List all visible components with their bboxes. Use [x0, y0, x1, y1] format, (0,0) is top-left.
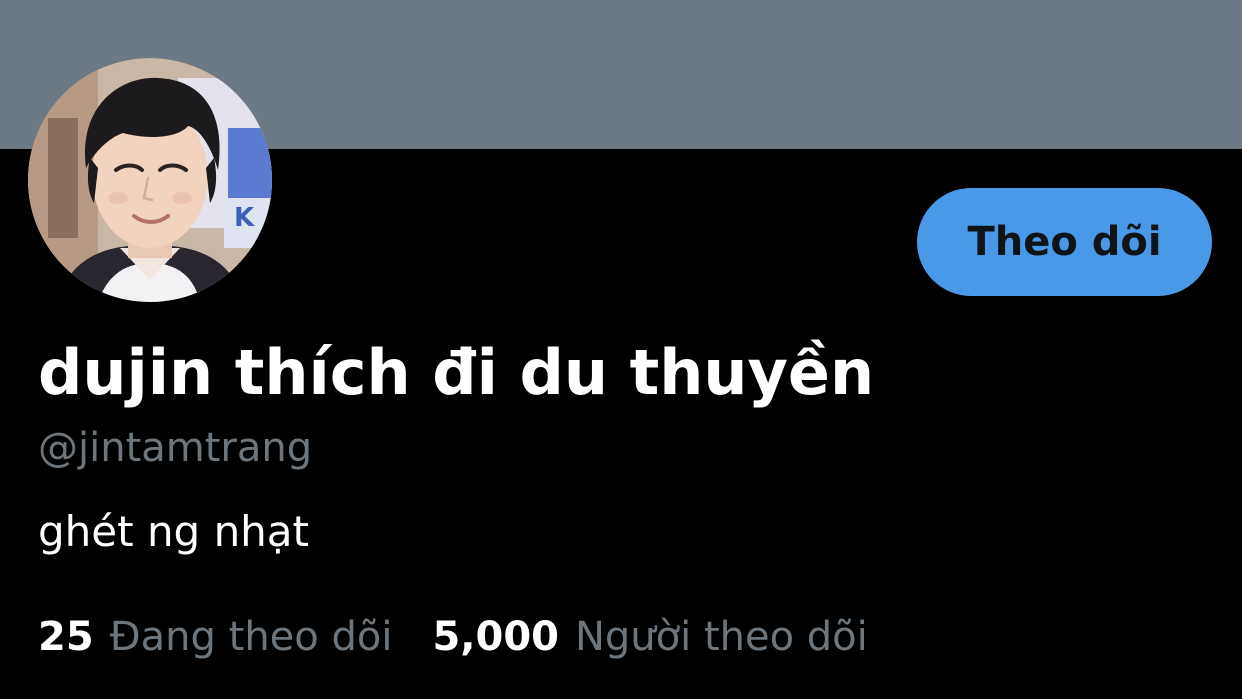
- profile-stats: 25 Đang theo dõi 5,000 Người theo dõi: [38, 608, 868, 666]
- profile-avatar[interactable]: K: [28, 58, 272, 302]
- profile-page: K Theo dõi dujin thích đi du thuyền @jin…: [0, 0, 1242, 699]
- following-count: 25: [38, 614, 94, 660]
- followers-link[interactable]: 5,000 Người theo dõi: [432, 608, 867, 666]
- followers-label: Người theo dõi: [574, 614, 868, 660]
- following-label: Đang theo dõi: [109, 614, 393, 660]
- followers-count: 5,000: [432, 614, 559, 660]
- avatar-photo: K: [28, 58, 272, 302]
- display-name: dujin thích đi du thuyền: [38, 336, 875, 409]
- follow-button[interactable]: Theo dõi: [917, 188, 1212, 296]
- svg-text:K: K: [234, 203, 255, 233]
- profile-bio: ghét ng nhạt: [38, 507, 310, 556]
- user-handle: @jintamtrang: [38, 425, 313, 471]
- following-link[interactable]: 25 Đang theo dõi: [38, 608, 392, 666]
